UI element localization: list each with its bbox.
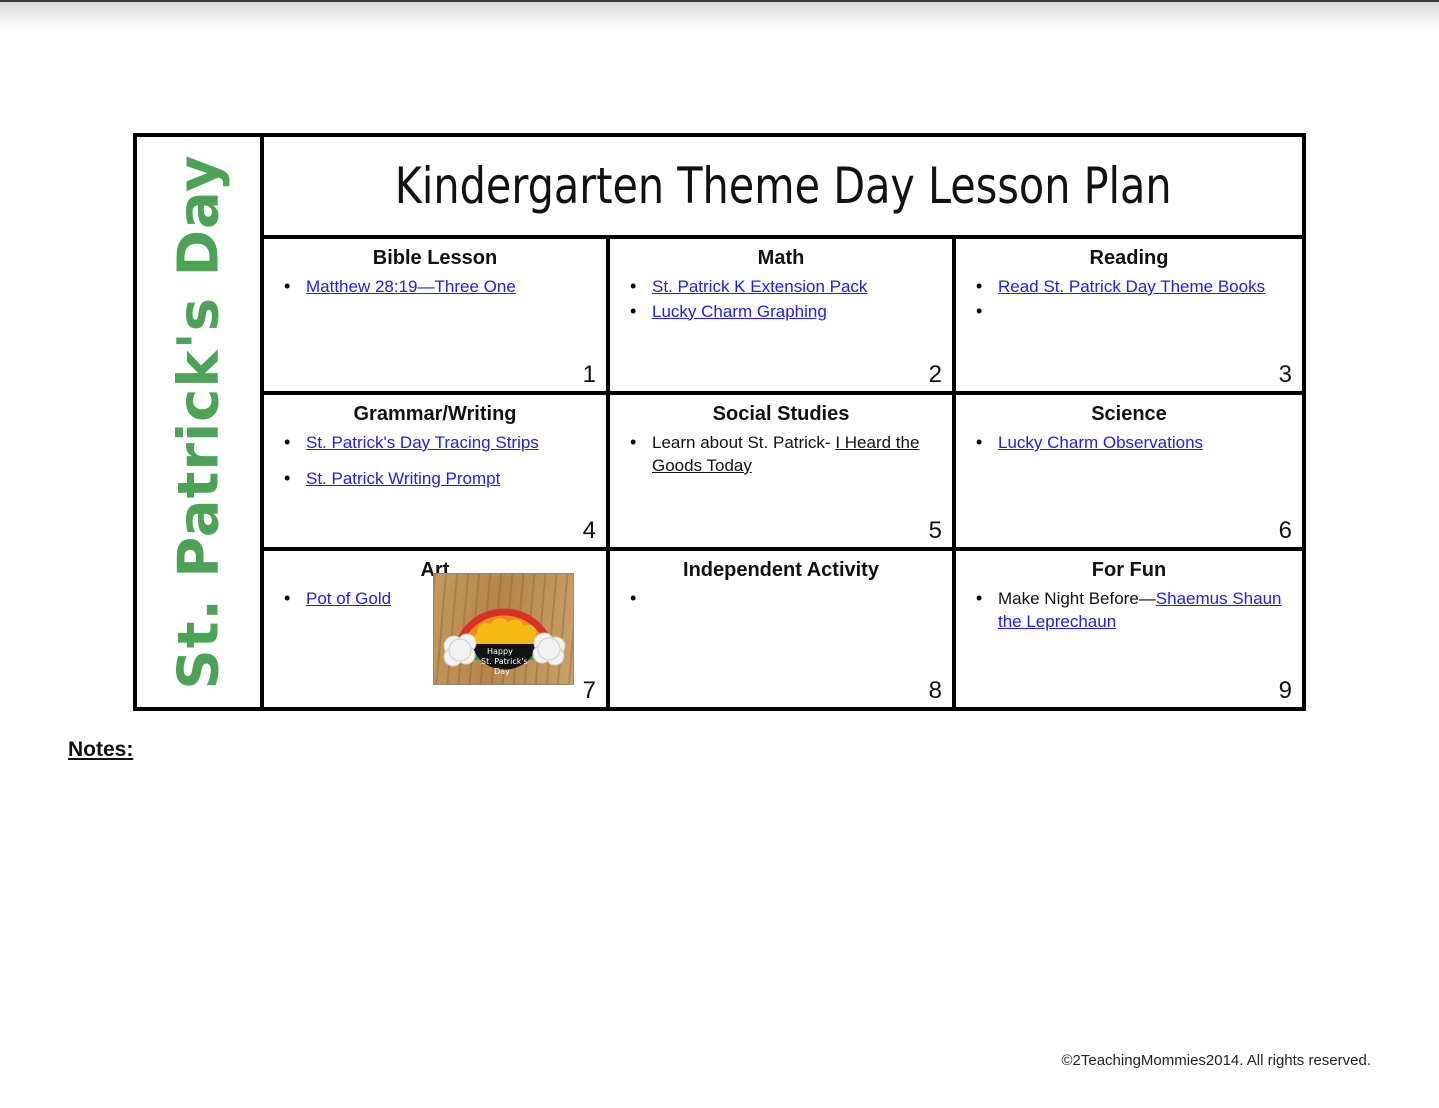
cell-title: Grammar/Writing	[353, 403, 517, 425]
cell-number: 4	[582, 517, 596, 544]
theme-banner-title: St. Patrick's Day	[166, 154, 231, 690]
list-item: St. Patrick's Day Tracing Strips	[284, 431, 594, 455]
theme-banner-column: St. Patrick's Day	[137, 137, 264, 707]
cell-item-list: St. Patrick's Day Tracing Strips St. Pat…	[272, 431, 598, 491]
cell-item-list: St. Patrick K Extension Pack Lucky Charm…	[618, 275, 944, 324]
cell-number: 8	[928, 677, 942, 704]
cell-bible-lesson: Bible Lesson Matthew 28:19—Three One 1	[264, 239, 610, 395]
cell-independent-activity: Independent Activity 8	[610, 551, 956, 707]
cell-math: Math St. Patrick K Extension Pack Lucky …	[610, 239, 956, 395]
copyright-footer: ©2TeachingMommies2014. All rights reserv…	[1061, 1052, 1371, 1069]
cell-for-fun: For Fun Make Night Before—Shaemus Shaun …	[956, 551, 1302, 707]
page-title: Kindergarten Theme Day Lesson Plan	[394, 157, 1172, 215]
cell-reading: Reading Read St. Patrick Day Theme Books…	[956, 239, 1302, 395]
social-studies-prefix-text: Learn about St. Patrick-	[652, 433, 836, 452]
cell-science: Science Lucky Charm Observations 6	[956, 395, 1302, 551]
notes-label: Notes:	[68, 738, 134, 761]
cell-number: 6	[1278, 517, 1292, 544]
list-item: Learn about St. Patrick- I Heard the Goo…	[630, 431, 940, 477]
cell-title: Bible Lesson	[372, 247, 498, 269]
cell-item-list: Lucky Charm Observations	[964, 431, 1294, 455]
cell-art: Art Pot of Gold	[264, 551, 610, 707]
cell-social-studies: Social Studies Learn about St. Patrick- …	[610, 395, 956, 551]
cell-title: For Fun	[1091, 559, 1167, 581]
list-item: Matthew 28:19—Three One	[284, 275, 594, 299]
cell-title: Independent Activity	[683, 559, 879, 581]
craft-caption-line2: St. Patrick's	[481, 657, 528, 666]
lesson-plan-body: Kindergarten Theme Day Lesson Plan Bible…	[264, 137, 1302, 707]
link-st-patrick-k-extension-pack[interactable]: St. Patrick K Extension Pack	[652, 277, 867, 296]
link-lucky-charm-observations[interactable]: Lucky Charm Observations	[998, 433, 1203, 452]
cell-title: Math	[757, 247, 805, 269]
cell-number: 1	[582, 361, 596, 388]
cell-grammar-writing: Grammar/Writing St. Patrick's Day Tracin…	[264, 395, 610, 551]
link-st-patrick-writing-prompt[interactable]: St. Patrick Writing Prompt	[306, 469, 500, 488]
lesson-plan-table: St. Patrick's Day Kindergarten Theme Day…	[133, 133, 1306, 711]
cell-item-list: Read St. Patrick Day Theme Books	[964, 275, 1294, 324]
cell-title: Social Studies	[712, 403, 850, 425]
subject-grid: Bible Lesson Matthew 28:19—Three One 1 M…	[264, 239, 1302, 707]
for-fun-prefix-text: Make Night Before—	[998, 589, 1156, 608]
list-item: Read St. Patrick Day Theme Books	[976, 275, 1290, 299]
list-item: Lucky Charm Observations	[976, 431, 1290, 455]
cell-number: 5	[928, 517, 942, 544]
cell-number: 2	[928, 361, 942, 388]
craft-illustration: Happy St. Patrick's Day	[443, 608, 566, 676]
cell-number: 9	[1278, 677, 1292, 704]
cell-item-list: Make Night Before—Shaemus Shaun the Lepr…	[964, 587, 1294, 633]
link-matthew-28-19[interactable]: Matthew 28:19—Three One	[306, 277, 516, 296]
lesson-plan-title-row: Kindergarten Theme Day Lesson Plan	[264, 137, 1302, 239]
link-read-st-patrick-day-theme-books[interactable]: Read St. Patrick Day Theme Books	[998, 277, 1265, 296]
list-item: St. Patrick K Extension Pack	[630, 275, 940, 299]
cell-item-list: Matthew 28:19—Three One	[272, 275, 598, 299]
cell-number: 7	[582, 677, 596, 704]
craft-caption-line1: Happy	[487, 647, 513, 656]
list-item: Make Night Before—Shaemus Shaun the Lepr…	[976, 587, 1290, 633]
cell-title: Science	[1091, 403, 1167, 425]
viewer-top-shadow-strip	[0, 0, 1439, 30]
pot-of-gold-craft-photo: Happy St. Patrick's Day	[433, 573, 574, 685]
list-item: Lucky Charm Graphing	[630, 300, 940, 324]
cell-item-list: Learn about St. Patrick- I Heard the Goo…	[618, 431, 944, 477]
cell-number: 3	[1278, 361, 1292, 388]
cell-title: Reading	[1089, 247, 1169, 269]
link-lucky-charm-graphing[interactable]: Lucky Charm Graphing	[652, 302, 827, 321]
list-item: St. Patrick Writing Prompt	[284, 467, 594, 491]
link-st-patricks-day-tracing-strips[interactable]: St. Patrick's Day Tracing Strips	[306, 433, 539, 452]
link-pot-of-gold[interactable]: Pot of Gold	[306, 589, 391, 608]
craft-caption-line3: Day	[494, 667, 510, 676]
